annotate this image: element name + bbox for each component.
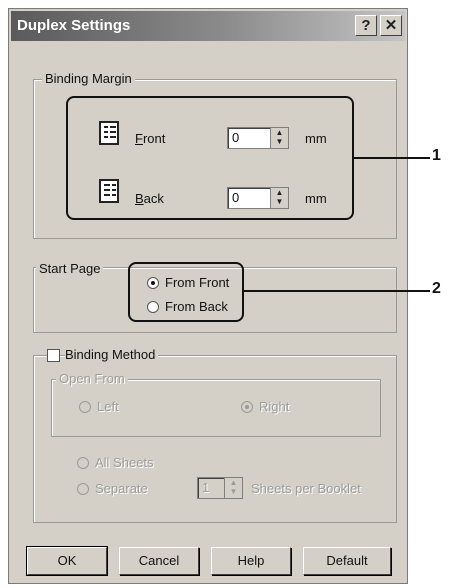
ok-button[interactable]: OK: [26, 546, 108, 576]
callout-line-2: [244, 290, 430, 292]
all-sheets-label: All Sheets: [95, 455, 154, 470]
question-icon: ?: [361, 17, 371, 34]
binding-method-checkbox[interactable]: [47, 349, 60, 362]
left-radio[interactable]: [79, 401, 91, 413]
separate-label: Separate: [95, 481, 148, 496]
help-button[interactable]: Help: [211, 547, 291, 575]
callout-box-2: [128, 262, 244, 322]
all-sheets-radio[interactable]: [77, 457, 89, 469]
default-button[interactable]: Default: [303, 547, 391, 575]
callout-line-1: [354, 157, 430, 159]
dialog-title: Duplex Settings: [17, 17, 131, 34]
binding-method-label: Binding Method: [65, 347, 159, 362]
close-icon: ✕: [384, 17, 398, 34]
callout-number-1: 1: [432, 147, 441, 164]
sheets-value: 1: [202, 480, 210, 495]
callout-box-1: [66, 96, 354, 220]
right-radio[interactable]: [241, 401, 253, 413]
title-bar: Duplex Settings ? ✕: [11, 11, 405, 41]
sheets-per-booklet-stepper[interactable]: 1 ▲ ▼: [197, 477, 243, 499]
separate-radio[interactable]: [77, 483, 89, 495]
right-label: Right: [259, 399, 290, 414]
left-label: Left: [97, 399, 119, 414]
stepper-arrows-icon[interactable]: ▲ ▼: [224, 478, 242, 498]
cancel-button[interactable]: Cancel: [119, 547, 199, 575]
callout-number-2: 2: [432, 280, 441, 297]
close-button[interactable]: ✕: [380, 15, 402, 36]
open-from-legend: Open From: [56, 371, 128, 386]
help-title-button[interactable]: ?: [355, 15, 377, 36]
sheets-per-booklet-label: Sheets per Booklet: [251, 481, 361, 496]
start-page-legend: Start Page: [36, 261, 104, 276]
binding-margin-legend: Binding Margin: [42, 71, 135, 86]
